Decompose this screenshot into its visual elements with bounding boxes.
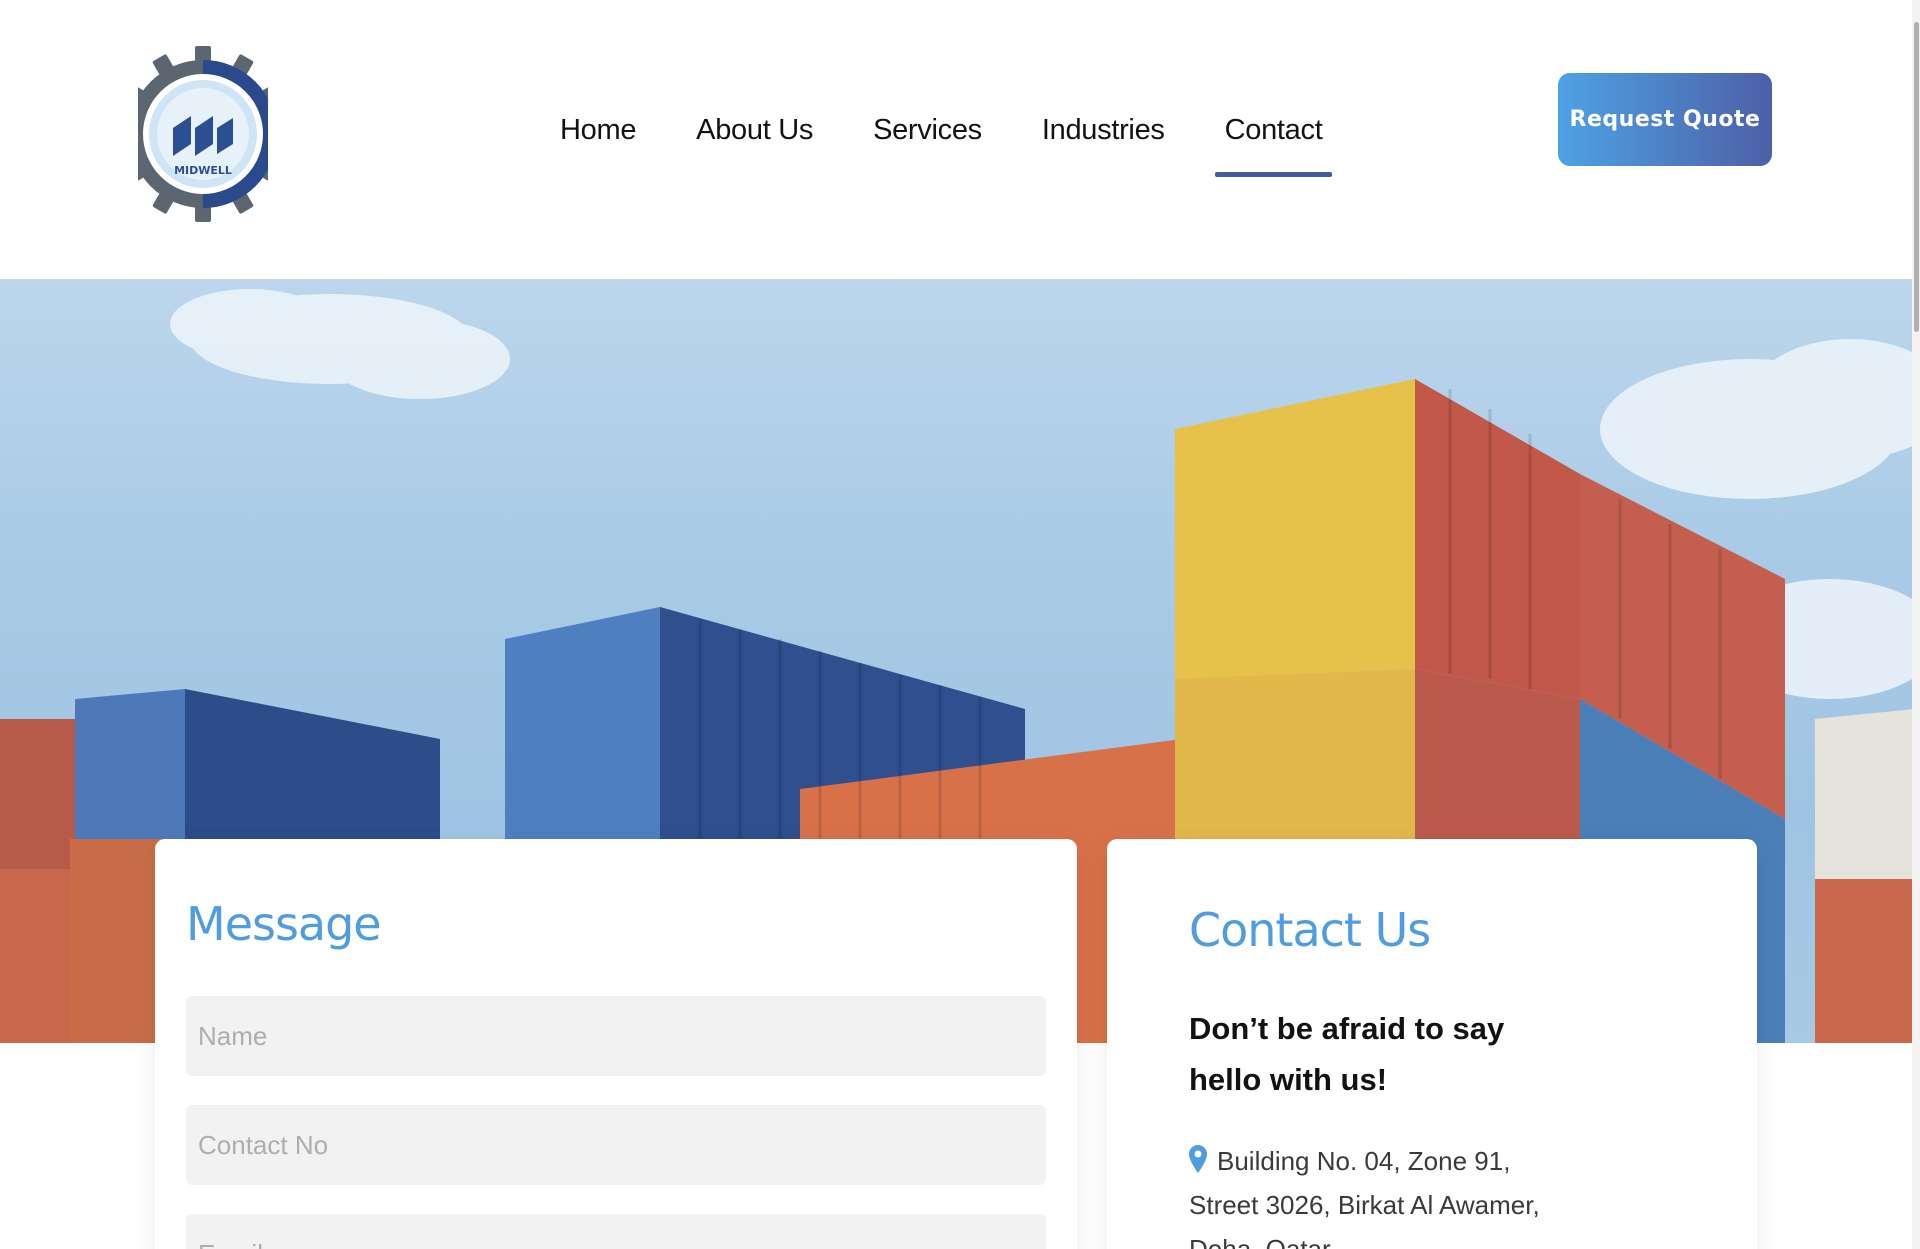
page-scrollbar[interactable] xyxy=(1912,0,1920,1249)
request-quote-button[interactable]: Request Quote xyxy=(1558,73,1772,166)
contact-address: Building No. 04, Zone 91, Street 3026, B… xyxy=(1189,1139,1549,1249)
nav-contact[interactable]: Contact xyxy=(1195,100,1353,177)
location-pin-icon xyxy=(1189,1145,1207,1173)
message-form-card: Message xyxy=(155,839,1077,1249)
address-text: Building No. 04, Zone 91, Street 3026, B… xyxy=(1189,1146,1540,1249)
midwell-logo[interactable]: MIDWELL xyxy=(138,44,268,224)
nav-industries[interactable]: Industries xyxy=(1012,100,1195,161)
contact-no-input[interactable] xyxy=(186,1105,1046,1185)
scrollbar-thumb[interactable] xyxy=(1914,22,1919,332)
name-input[interactable] xyxy=(186,996,1046,1076)
email-input[interactable] xyxy=(186,1214,1046,1249)
contact-us-title: Contact Us xyxy=(1189,903,1431,957)
nav-about-us[interactable]: About Us xyxy=(666,100,843,161)
nav-home[interactable]: Home xyxy=(530,100,666,161)
contact-info-card: Contact Us Don’t be afraid to say hello … xyxy=(1107,839,1757,1249)
site-header: MIDWELL Home About Us Services Industrie… xyxy=(0,0,1920,279)
contact-tagline: Don’t be afraid to say hello with us! xyxy=(1189,1011,1505,1097)
message-title: Message xyxy=(186,897,382,951)
main-nav: Home About Us Services Industries Contac… xyxy=(530,100,1353,177)
svg-text:MIDWELL: MIDWELL xyxy=(174,164,232,177)
nav-services[interactable]: Services xyxy=(843,100,1012,161)
